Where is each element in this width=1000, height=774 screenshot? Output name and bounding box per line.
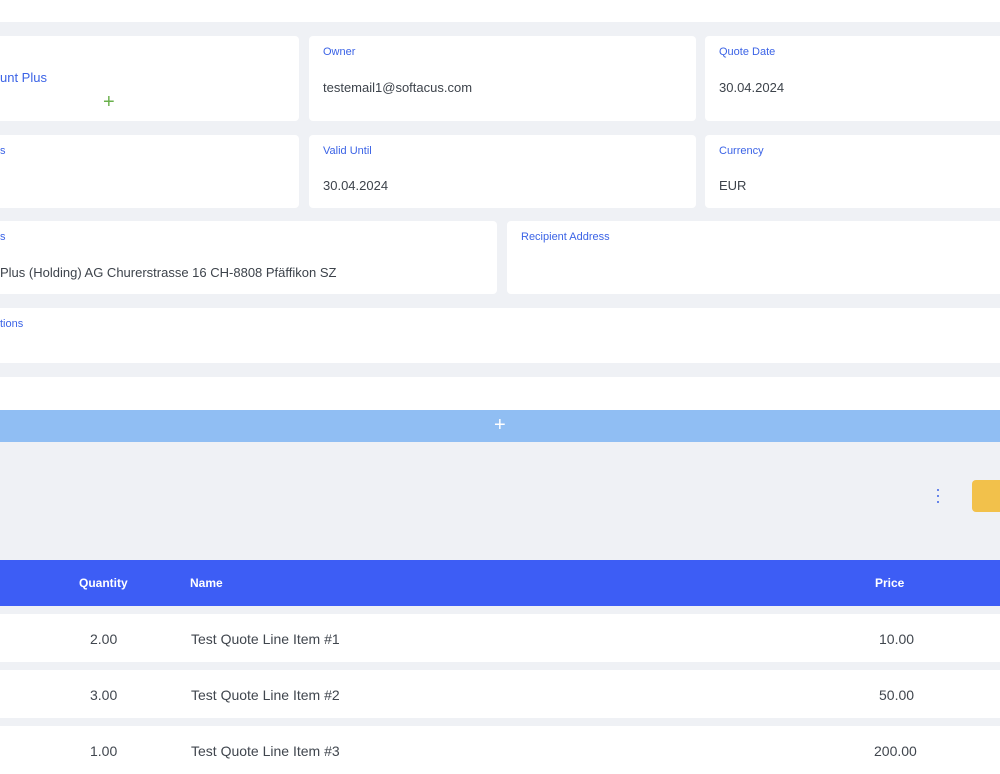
table-header: Quantity Name Price bbox=[0, 560, 1000, 606]
address-value: Plus (Holding) AG Churerstrasse 16 CH-88… bbox=[0, 265, 337, 280]
name-cell: Test Quote Line Item #3 bbox=[191, 743, 340, 759]
recipient-address-label: Recipient Address bbox=[521, 231, 610, 243]
top-bar bbox=[0, 0, 1000, 22]
quote-date-label: Quote Date bbox=[719, 46, 776, 58]
price-cell: 200.00 bbox=[874, 743, 917, 759]
column-header-name[interactable]: Name bbox=[190, 576, 223, 590]
price-cell: 50.00 bbox=[879, 687, 915, 703]
currency-value: EUR bbox=[719, 178, 747, 193]
quantity-cell: 2.00 bbox=[90, 631, 118, 647]
column-header-quantity[interactable]: Quantity bbox=[79, 576, 128, 590]
conditions-label: tions bbox=[0, 318, 24, 330]
column-header-price[interactable]: Price bbox=[875, 576, 904, 590]
currency-label: Currency bbox=[719, 145, 764, 157]
account-field[interactable]: unt Plus + bbox=[0, 36, 299, 121]
table-row[interactable]: 1.00 Test Quote Line Item #3 200.00 bbox=[0, 726, 1000, 774]
valid-until-field[interactable]: Valid Until 30.04.2024 bbox=[309, 135, 696, 208]
account-link[interactable]: unt Plus bbox=[0, 70, 47, 85]
plus-icon: + bbox=[494, 414, 506, 436]
status-field[interactable]: s bbox=[0, 135, 299, 208]
quote-date-field[interactable]: Quote Date 30.04.2024 bbox=[705, 36, 1000, 121]
address-field[interactable]: s Plus (Holding) AG Churerstrasse 16 CH-… bbox=[0, 221, 497, 294]
owner-field[interactable]: Owner testemail1@softacus.com bbox=[309, 36, 696, 121]
conditions-field[interactable]: tions bbox=[0, 308, 1000, 363]
currency-field[interactable]: Currency EUR bbox=[705, 135, 1000, 208]
section-divider bbox=[0, 377, 1000, 410]
address-label: s bbox=[0, 231, 6, 243]
valid-until-label: Valid Until bbox=[323, 145, 372, 157]
action-button[interactable] bbox=[972, 480, 1000, 512]
quote-date-value: 30.04.2024 bbox=[719, 80, 785, 95]
table-row[interactable]: 2.00 Test Quote Line Item #1 10.00 bbox=[0, 614, 1000, 662]
name-cell: Test Quote Line Item #2 bbox=[191, 687, 340, 703]
owner-label: Owner bbox=[323, 46, 356, 58]
name-cell: Test Quote Line Item #1 bbox=[191, 631, 340, 647]
table-row[interactable]: 3.00 Test Quote Line Item #2 50.00 bbox=[0, 670, 1000, 718]
owner-value: testemail1@softacus.com bbox=[323, 80, 473, 95]
recipient-address-field[interactable]: Recipient Address bbox=[507, 221, 1000, 294]
price-cell: 10.00 bbox=[879, 631, 915, 647]
kebab-menu-icon[interactable] bbox=[932, 486, 944, 506]
status-label: s bbox=[0, 145, 6, 157]
plus-icon[interactable]: + bbox=[103, 92, 115, 112]
quantity-cell: 1.00 bbox=[90, 743, 118, 759]
quantity-cell: 3.00 bbox=[90, 687, 118, 703]
add-line-item-button[interactable]: + bbox=[0, 410, 1000, 442]
valid-until-value: 30.04.2024 bbox=[323, 178, 389, 193]
